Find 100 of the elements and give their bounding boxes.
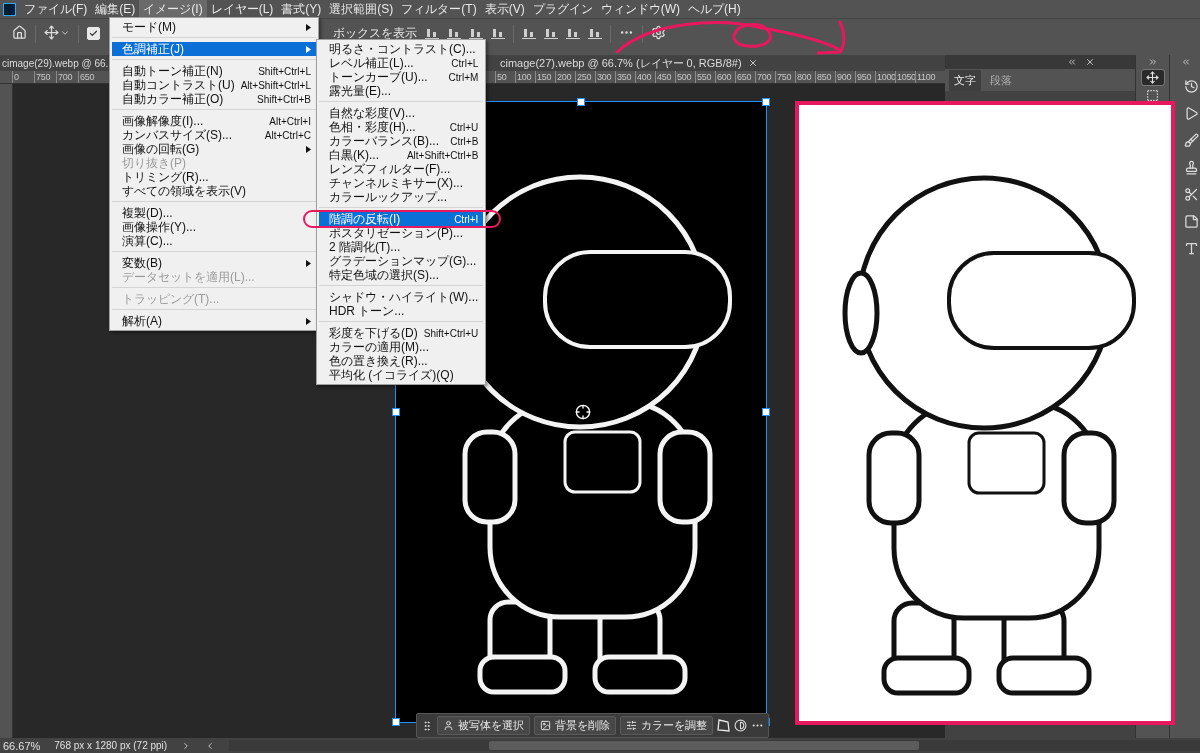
align-icon[interactable]: [469, 26, 483, 40]
menu-item[interactable]: 特定色域の選択(S)...: [319, 268, 484, 282]
document-tab[interactable]: cimage(27).webp @ 66.7% (レイヤー 0, RGB/8#): [500, 55, 742, 71]
transform-handle[interactable]: [577, 98, 585, 106]
menu-item[interactable]: 色の置き換え(R)...: [319, 354, 484, 368]
panel-tab[interactable]: 段落: [985, 69, 1017, 91]
collapse-icon[interactable]: [1181, 57, 1191, 67]
ruler-label: 100: [515, 71, 535, 83]
menu-item[interactable]: ポスタリゼーション(P)...: [319, 226, 484, 240]
menu-item[interactable]: 色調補正(J): [112, 42, 316, 56]
menu-item[interactable]: HDR トーン...: [319, 304, 484, 318]
checkmark-icon: [89, 29, 98, 38]
stamp-icon[interactable]: [1183, 160, 1199, 175]
close-icon[interactable]: [747, 58, 758, 68]
contrast-icon[interactable]: [734, 719, 747, 732]
transform-handle[interactable]: [392, 408, 400, 416]
menu-title[interactable]: レイヤー(L): [206, 0, 278, 20]
menu-title[interactable]: プラグイン: [528, 0, 597, 20]
caret-icon[interactable]: [60, 28, 70, 38]
document-tab[interactable]: cimage(29).webp @ 66.: [2, 57, 109, 69]
menu-item[interactable]: モード(M): [112, 20, 316, 34]
menu-item[interactable]: カラーバランス(B)... Ctrl+B: [319, 134, 484, 148]
tool-button[interactable]: [1141, 70, 1164, 85]
menu-title[interactable]: 表示(V): [480, 0, 529, 20]
task-button[interactable]: カラーを調整: [620, 716, 713, 735]
menu-item[interactable]: 階調の反転(I) Ctrl+I: [319, 212, 484, 226]
collapse-icon[interactable]: [1067, 57, 1077, 67]
align-icon[interactable]: [544, 26, 558, 40]
task-button[interactable]: 被写体を選択: [437, 716, 530, 735]
history-icon[interactable]: [1183, 79, 1199, 94]
brush-icon[interactable]: [1183, 133, 1199, 148]
menu-item[interactable]: トーンカーブ(U)... Ctrl+M: [319, 70, 484, 84]
ruler-label: 700: [755, 71, 775, 83]
transform-handle[interactable]: [392, 718, 400, 726]
menu-item[interactable]: 2 階調化(T)...: [319, 240, 484, 254]
move-icon[interactable]: [44, 25, 59, 40]
menu-title[interactable]: 書式(Y): [277, 0, 326, 20]
menu-item[interactable]: 画像の回転(G): [112, 142, 316, 156]
ruler-label: 750: [775, 71, 795, 83]
menu-item[interactable]: 自動カラー補正(O) Shift+Ctrl+B: [112, 92, 316, 106]
menu-title[interactable]: 選択範囲(S): [325, 0, 398, 20]
menu-title[interactable]: イメージ(I): [139, 0, 207, 20]
ruler-label: 700: [56, 71, 78, 83]
menu-item[interactable]: 複製(D)...: [112, 206, 316, 220]
align-icon[interactable]: [491, 26, 505, 40]
type-icon[interactable]: [1183, 241, 1199, 256]
align-icon[interactable]: [566, 26, 580, 40]
menu-title[interactable]: ヘルプ(H): [684, 0, 745, 20]
menu-item[interactable]: シャドウ・ハイライト(W)...: [319, 290, 484, 304]
reference-point-icon[interactable]: [575, 404, 591, 420]
menu-item[interactable]: 露光量(E)...: [319, 84, 484, 98]
ruler-label: 650: [78, 71, 100, 83]
ruler-label: 150: [535, 71, 555, 83]
menu-item[interactable]: 自動コントラスト(U) Alt+Shift+Ctrl+L: [112, 78, 316, 92]
menu-item[interactable]: 自然な彩度(V)...: [319, 106, 484, 120]
document-size: 768 px x 1280 px (72 ppi): [54, 740, 168, 751]
scissors-icon[interactable]: [1183, 187, 1199, 202]
play-icon[interactable]: [1183, 106, 1199, 121]
menu-item[interactable]: すべての領域を表示(V): [112, 184, 316, 198]
transform-handle[interactable]: [762, 98, 770, 106]
align-icon[interactable]: [588, 26, 602, 40]
panel-tab[interactable]: 文字: [949, 69, 981, 91]
note-icon[interactable]: [1183, 214, 1199, 229]
menu-item[interactable]: レベル補正(L)... Ctrl+L: [319, 56, 484, 70]
menu-item[interactable]: カンバスサイズ(S)... Alt+Ctrl+C: [112, 128, 316, 142]
menu-item[interactable]: チャンネルミキサー(X)...: [319, 176, 484, 190]
menu-item[interactable]: レンズフィルター(F)...: [319, 162, 484, 176]
settings-icon[interactable]: [651, 25, 666, 40]
menu-title[interactable]: ファイル(F): [20, 0, 92, 20]
align-icon[interactable]: [447, 26, 461, 40]
task-button[interactable]: 背景を削除: [534, 716, 616, 735]
checkbox[interactable]: [87, 27, 100, 40]
expand-icon[interactable]: [1147, 57, 1158, 67]
menu-item[interactable]: 画像操作(Y)...: [112, 220, 316, 234]
menu-item[interactable]: カラーの適用(M)...: [319, 340, 484, 354]
menu-item[interactable]: 変数(B): [112, 256, 316, 270]
menu-item[interactable]: カラールックアップ...: [319, 190, 484, 204]
grip-icon[interactable]: [421, 719, 433, 732]
scrollbar[interactable]: [229, 740, 1200, 751]
menu-item[interactable]: トリミング(R)...: [112, 170, 316, 184]
menu-title[interactable]: ウィンドウ(W): [596, 0, 684, 20]
menu-item[interactable]: グラデーションマップ(G)...: [319, 254, 484, 268]
align-icon[interactable]: [425, 26, 439, 40]
menu-item[interactable]: 解析(A): [112, 314, 316, 328]
menu-item[interactable]: 彩度を下げる(D) Shift+Ctrl+U: [319, 326, 484, 340]
menu-item[interactable]: 演算(C)...: [112, 234, 316, 248]
transform-icon[interactable]: [717, 719, 730, 732]
menu-item[interactable]: 白黒(K)... Alt+Shift+Ctrl+B: [319, 148, 484, 162]
transform-handle[interactable]: [762, 408, 770, 416]
align-icon[interactable]: [522, 26, 536, 40]
menu-item[interactable]: 自動トーン補正(N) Shift+Ctrl+L: [112, 64, 316, 78]
close-icon[interactable]: [1085, 57, 1095, 67]
menu-item[interactable]: 画像解像度(I)... Alt+Ctrl+I: [112, 114, 316, 128]
home-icon[interactable]: [12, 25, 27, 40]
menu-title[interactable]: 編集(E): [91, 0, 140, 20]
menu-item[interactable]: 明るさ・コントラスト(C)...: [319, 42, 484, 56]
scroll-thumb[interactable]: [489, 741, 920, 750]
menu-item[interactable]: 平均化 (イコライズ)(Q): [319, 368, 484, 382]
menu-item[interactable]: 色相・彩度(H)... Ctrl+U: [319, 120, 484, 134]
menu-title[interactable]: フィルター(T): [397, 0, 481, 20]
